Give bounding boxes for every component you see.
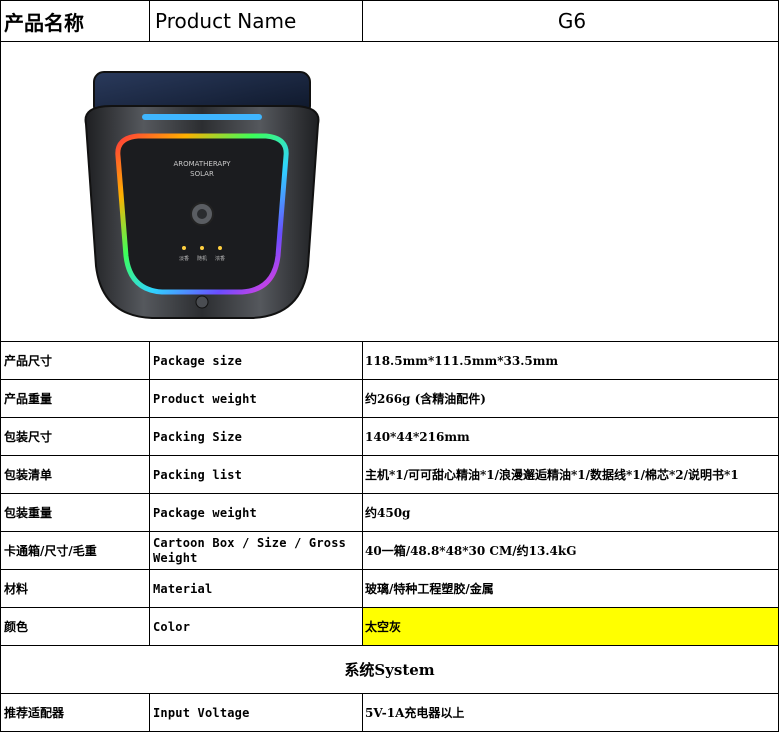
spec-value: 40一箱/48.8*48*30 CM/约13.4kG <box>365 543 577 558</box>
indicator-led <box>182 246 186 250</box>
spec-label-zh: 包装重量 <box>0 494 150 531</box>
spec-label-zh: 包装清单 <box>0 456 150 493</box>
system-row: 推荐适配器 Input Voltage 5V-1A充电器以上 <box>0 694 779 732</box>
spec-row: 包装清单 Packing list 主机*1/可可甜心精油*1/浪漫邂逅精油*1… <box>0 456 779 494</box>
badge-text: AROMATHERAPY <box>173 160 231 168</box>
spec-row: 颜色 Color 太空灰 <box>0 608 779 646</box>
product-name-value: G6 <box>557 9 587 33</box>
spec-row: 包装重量 Package weight 约450g <box>0 494 779 532</box>
product-image: AROMATHERAPY SOLAR 淡香 随机 浓香 <box>84 71 320 319</box>
spec-label-en: Package weight <box>150 494 363 531</box>
indicator-led <box>200 246 204 250</box>
spec-value: 约266g (含精油配件) <box>365 391 486 406</box>
spec-label-zh: 推荐适配器 <box>0 694 150 731</box>
spec-label-en: Material <box>150 570 363 607</box>
spec-value: 约450g <box>365 505 411 520</box>
spec-value: 玻璃/特种工程塑胶/金属 <box>365 581 494 596</box>
spec-label-zh: 包装尺寸 <box>0 418 150 455</box>
spec-label-zh: 材料 <box>0 570 150 607</box>
spec-label-en: Input Voltage <box>150 694 363 731</box>
product-image-row: AROMATHERAPY SOLAR 淡香 随机 浓香 <box>0 42 779 342</box>
spec-label-en: Cartoon Box / Size / Gross Weight <box>150 532 363 569</box>
spec-row: 产品尺寸 Package size 118.5mm*111.5mm*33.5mm <box>0 342 779 380</box>
spec-label-en: Color <box>150 608 363 645</box>
spec-label-en: Package size <box>150 342 363 379</box>
bottom-knob-icon <box>195 295 209 309</box>
spec-sheet: 产品名称 Product Name G6 AROMATHERAPY SOLAR … <box>0 0 779 732</box>
spec-label-en: Packing Size <box>150 418 363 455</box>
spec-value: 5V-1A充电器以上 <box>365 705 465 720</box>
spec-row: 包装尺寸 Packing Size 140*44*216mm <box>0 418 779 456</box>
spec-value: 140*44*216mm <box>365 429 470 444</box>
spec-row: 卡通箱/尺寸/毛重 Cartoon Box / Size / Gross Wei… <box>0 532 779 570</box>
spec-value: 118.5mm*111.5mm*33.5mm <box>365 353 559 368</box>
section-title: 系统System <box>0 646 779 694</box>
header-row: 产品名称 Product Name G6 <box>0 0 779 42</box>
spec-label-en: Product weight <box>150 380 363 417</box>
header-label-zh: 产品名称 <box>0 1 150 41</box>
indicator-label: 淡香 <box>179 255 189 262</box>
badge-sub: SOLAR <box>190 170 214 178</box>
spec-label-en: Packing list <box>150 456 363 493</box>
spec-label-zh: 颜色 <box>0 608 150 645</box>
spec-row: 材料 Material 玻璃/特种工程塑胶/金属 <box>0 570 779 608</box>
spec-label-zh: 产品重量 <box>0 380 150 417</box>
indicator-label: 浓香 <box>215 255 225 262</box>
spec-row: 产品重量 Product weight 约266g (含精油配件) <box>0 380 779 418</box>
spec-value: 主机*1/可可甜心精油*1/浪漫邂逅精油*1/数据线*1/棉芯*2/说明书*1 <box>365 467 739 482</box>
light-strip <box>142 114 262 120</box>
indicator-label: 随机 <box>197 255 207 262</box>
table-border <box>0 0 1 732</box>
header-label-en: Product Name <box>150 1 363 41</box>
spec-label-zh: 卡通箱/尺寸/毛重 <box>0 532 150 569</box>
indicator-led <box>218 246 222 250</box>
color-value: 太空灰 <box>363 608 779 645</box>
spec-label-zh: 产品尺寸 <box>0 342 150 379</box>
